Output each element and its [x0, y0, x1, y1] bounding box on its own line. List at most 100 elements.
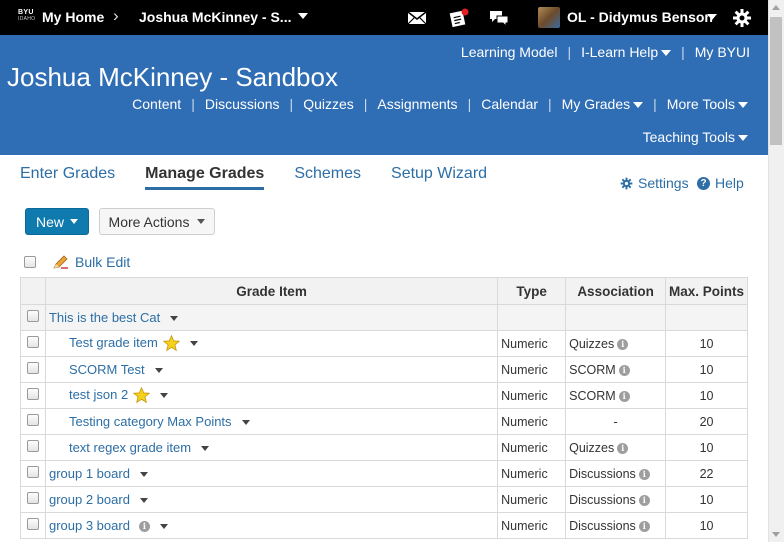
tab-schemes[interactable]: Schemes	[294, 165, 361, 190]
nav-quizzes[interactable]: Quizzes	[293, 96, 364, 112]
tab-manage-grades[interactable]: Manage Grades	[145, 165, 265, 190]
chevron-down-icon[interactable]	[189, 341, 198, 347]
grade-item-link[interactable]: group 1 board	[49, 466, 130, 481]
settings-label: Settings	[638, 175, 689, 191]
chevron-down-icon[interactable]	[241, 420, 250, 426]
row-checkbox[interactable]	[26, 414, 39, 426]
chevron-down-icon[interactable]	[139, 472, 148, 478]
association-cell: Discussions i	[565, 512, 667, 539]
user-name[interactable]: OL - Didymus Benson	[567, 9, 713, 25]
grade-item-link[interactable]: text regex grade item	[69, 440, 191, 455]
new-button[interactable]: New	[25, 208, 89, 235]
chevron-down-icon	[738, 135, 748, 142]
table-row: group 1 board Numeric Discussions i 22	[20, 460, 748, 487]
grades-tabs: Enter Grades Manage Grades Schemes Setup…	[20, 165, 487, 190]
grade-item-link[interactable]: group 3 board	[49, 518, 130, 533]
ilearn-help-menu[interactable]: I-Learn Help	[571, 44, 681, 60]
chevron-down-icon[interactable]	[170, 316, 179, 322]
row-checkbox[interactable]	[26, 310, 39, 322]
grade-item-link[interactable]: SCORM Test	[69, 362, 145, 377]
row-checkbox[interactable]	[26, 362, 39, 374]
chat-icon[interactable]	[489, 8, 509, 28]
scroll-up-arrow-icon[interactable]	[772, 5, 780, 10]
bulk-edit-link[interactable]: Bulk Edit	[52, 254, 130, 270]
table-row: test json 2 Numeric SCORM i 10	[20, 382, 748, 409]
course-selector[interactable]: Joshua McKinney - S...	[139, 9, 291, 25]
grade-item-cell: Test grade item	[44, 330, 499, 357]
nav-assignments[interactable]: Assignments	[367, 96, 467, 112]
chevron-down-icon[interactable]	[201, 446, 210, 452]
chevron-right-icon: ›	[113, 6, 119, 25]
chevron-down-icon[interactable]	[707, 14, 717, 20]
grade-items-table: Grade Item Type Association Max. Points …	[20, 277, 748, 539]
logo-text: BYU	[18, 9, 34, 16]
chevron-down-icon[interactable]	[139, 498, 148, 504]
grade-item-link[interactable]: This is the best Cat	[49, 310, 160, 325]
my-home-link[interactable]: My Home	[42, 9, 104, 25]
table-row: SCORM Test Numeric SCORM i 10	[20, 356, 748, 383]
tab-enter-grades[interactable]: Enter Grades	[20, 165, 115, 190]
row-checkbox[interactable]	[26, 440, 39, 452]
more-actions-button[interactable]: More Actions	[99, 208, 215, 235]
nav-my-grades[interactable]: My Grades	[552, 96, 653, 112]
chevron-down-icon	[661, 50, 672, 57]
grade-item-link[interactable]: test json 2	[69, 387, 128, 402]
gear-icon[interactable]	[732, 8, 752, 28]
info-icon[interactable]: i	[638, 494, 650, 506]
updates-icon[interactable]	[449, 8, 469, 28]
grade-item-cell: group 3 board i	[44, 512, 499, 539]
help-link[interactable]: ? Help	[697, 175, 744, 191]
scroll-down-arrow-icon[interactable]	[772, 532, 780, 537]
grade-item-link[interactable]: Testing category Max Points	[69, 414, 232, 429]
info-icon[interactable]: i	[638, 468, 650, 480]
grade-item-cell: This is the best Cat	[44, 304, 499, 331]
info-icon[interactable]: i	[138, 521, 150, 533]
nav-discussions[interactable]: Discussions	[195, 96, 290, 112]
header-type[interactable]: Type	[497, 277, 567, 305]
tab-setup-wizard[interactable]: Setup Wizard	[391, 165, 487, 190]
my-byui-link[interactable]: My BYUI	[685, 44, 760, 60]
grade-item-cell: group 1 board	[44, 460, 499, 487]
info-icon[interactable]: i	[618, 390, 630, 402]
association-label: Quizzes	[569, 440, 615, 455]
info-icon[interactable]: i	[638, 520, 650, 532]
grade-item-cell: text regex grade item	[44, 434, 499, 461]
nav-content[interactable]: Content	[122, 96, 191, 112]
row-checkbox[interactable]	[26, 518, 39, 530]
grade-item-link[interactable]: Test grade item	[69, 335, 158, 350]
select-all-checkbox[interactable]	[24, 256, 36, 268]
email-icon[interactable]	[407, 8, 427, 28]
avatar[interactable]	[538, 7, 560, 28]
info-icon[interactable]: i	[617, 338, 629, 350]
chevron-down-icon[interactable]	[160, 393, 169, 399]
chevron-down-icon	[633, 102, 644, 109]
top-navbar: BYU IDAHO My Home › Joshua McKinney - S.…	[0, 0, 768, 35]
row-checkbox[interactable]	[26, 466, 39, 478]
edit-pencil-icon	[53, 254, 68, 269]
grade-item-link[interactable]: group 2 board	[49, 492, 130, 507]
nav-calendar[interactable]: Calendar	[471, 96, 548, 112]
nav-teaching-tools[interactable]: Teaching Tools	[633, 129, 758, 145]
byu-idaho-logo[interactable]: BYU IDAHO	[18, 9, 35, 23]
info-icon[interactable]: i	[617, 442, 629, 454]
scrollbar-thumb[interactable]	[770, 17, 782, 145]
info-icon[interactable]: i	[618, 364, 630, 376]
row-checkbox[interactable]	[26, 492, 39, 504]
chevron-down-icon[interactable]	[154, 368, 163, 374]
type-cell: Numeric	[497, 434, 567, 461]
nav-more-tools[interactable]: More Tools	[657, 96, 758, 112]
header-max-points[interactable]: Max. Points	[665, 277, 748, 305]
row-checkbox[interactable]	[26, 336, 39, 348]
settings-link[interactable]: Settings	[620, 175, 689, 191]
help-label: Help	[715, 175, 744, 191]
header-grade-item[interactable]: Grade Item	[44, 277, 499, 305]
type-cell: Numeric	[497, 460, 567, 487]
learning-model-link[interactable]: Learning Model	[451, 44, 568, 60]
chevron-down-icon[interactable]	[159, 524, 168, 530]
type-cell: Numeric	[497, 408, 567, 435]
association-label: Discussions	[569, 466, 636, 481]
header-association[interactable]: Association	[565, 277, 667, 305]
row-checkbox-cell	[20, 304, 46, 331]
chevron-down-icon[interactable]	[298, 13, 308, 19]
row-checkbox[interactable]	[26, 388, 39, 400]
